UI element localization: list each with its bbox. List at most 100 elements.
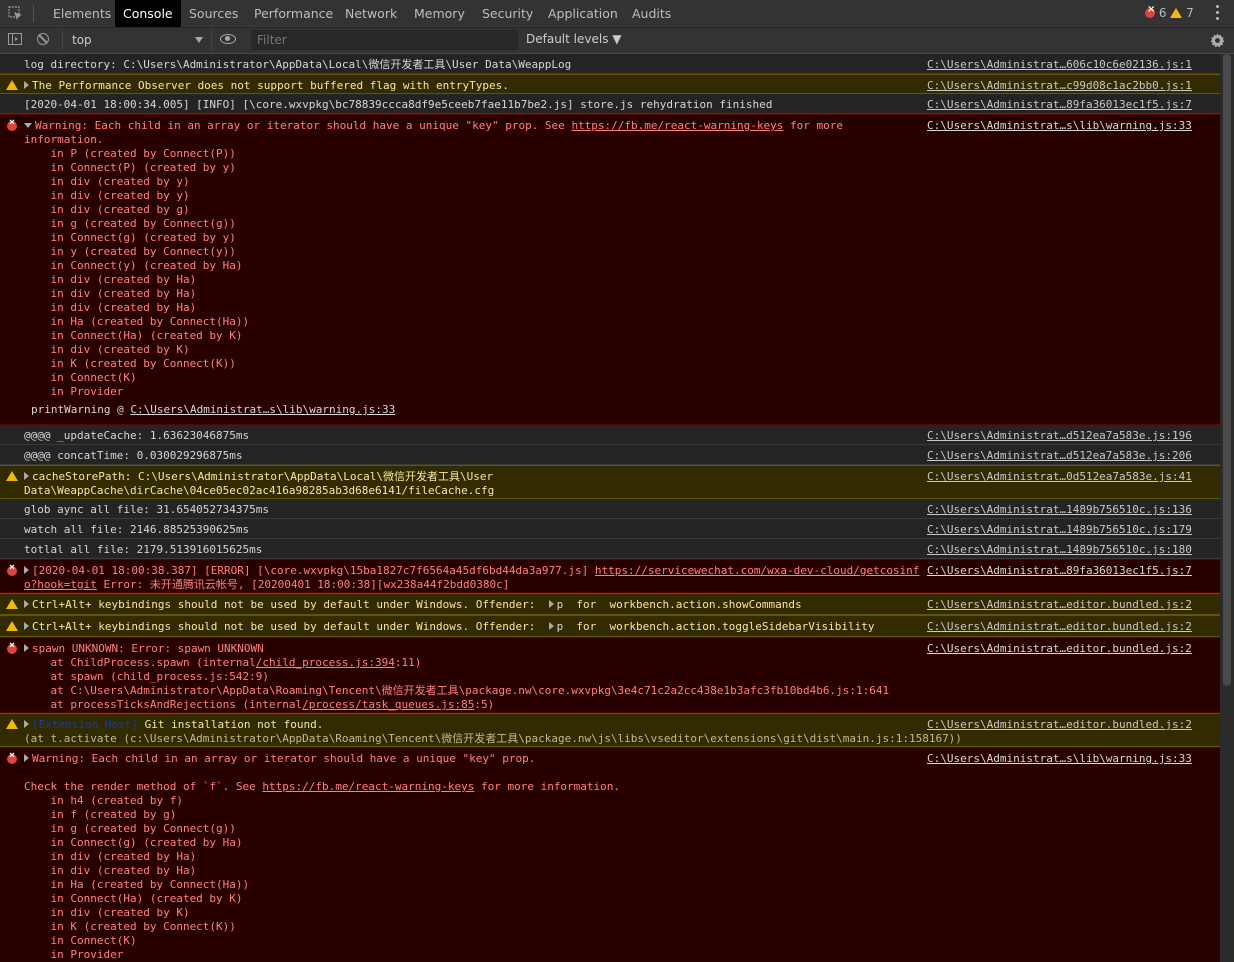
source-link[interactable]: C:\Users\Administrat…editor.bundled.js:2 xyxy=(927,598,1192,612)
source-link[interactable]: C:\Users\Administrat…1489b756510c.js:136 xyxy=(927,503,1192,517)
console-scrollbar[interactable] xyxy=(1220,54,1234,962)
warning-icon xyxy=(6,719,18,729)
inspect-element-icon[interactable] xyxy=(8,6,23,21)
message-text: @@@@ _updateCache: 1.63623046875ms xyxy=(24,429,250,442)
console-message-warning: Ctrl+Alt+ keybindings should not be used… xyxy=(0,615,1220,637)
source-link[interactable]: C:\Users\Administrat…d512ea7a583e.js:196 xyxy=(927,429,1192,443)
error-count: 6 xyxy=(1158,6,1167,20)
console-message-warning: The Performance Observer does not suppor… xyxy=(0,74,1220,94)
console-message-error: Warning: Each child in an array or itera… xyxy=(0,114,1220,425)
tab-memory[interactable]: Memory xyxy=(406,0,473,27)
message-text[interactable]: [Extension Host] Git installation not fo… xyxy=(24,718,962,746)
console-message-log: totlal all file: 2179.513916015625ms C:\… xyxy=(0,539,1220,559)
console-message-log: @@@@ _updateCache: 1.63623046875ms C:\Us… xyxy=(0,425,1220,445)
default-levels-dropdown[interactable]: Default levels ▼ xyxy=(526,32,622,46)
source-link[interactable]: C:\Users\Administrat…1489b756510c.js:180 xyxy=(927,543,1192,557)
message-text: totlal all file: 2179.513916015625ms xyxy=(24,543,263,556)
expand-triangle-icon[interactable] xyxy=(24,754,29,762)
source-link[interactable]: C:\Users\Administrat…c99d08c1ac2bb0.js:1 xyxy=(927,79,1192,93)
live-expression-eye-icon[interactable] xyxy=(220,34,236,44)
tab-audits[interactable]: Audits xyxy=(624,0,679,27)
message-text[interactable]: The Performance Observer does not suppor… xyxy=(24,79,509,93)
source-link[interactable]: C:\Users\Administrat…editor.bundled.js:2 xyxy=(927,620,1192,634)
filter-input[interactable] xyxy=(251,30,518,50)
source-link[interactable]: C:\Users\Administrat…89fa36013ec1f5.js:7 xyxy=(927,98,1192,112)
devtools-tabbar: Elements Console Sources Performance Net… xyxy=(0,0,1234,27)
message-text: spawn UNKNOWN: Error: spawn UNKNOWN at C… xyxy=(24,642,890,711)
show-sidebar-icon[interactable] xyxy=(8,33,22,45)
react-warning-keys-link[interactable]: https://fb.me/react-warning-keys xyxy=(571,119,783,132)
print-warning-frame: printWarning @ C:\Users\Administrat…s\li… xyxy=(31,403,396,416)
message-text: Warning: Each child in an array or itera… xyxy=(24,752,621,961)
context-value: top xyxy=(72,33,92,47)
source-link[interactable]: C:\Users\Administrat…s\lib\warning.js:33 xyxy=(927,119,1192,133)
message-text[interactable]: cacheStorePath: C:\Users\Administrator\A… xyxy=(24,470,494,498)
message-text[interactable]: [2020-04-01 18:00:38.387] [ERROR] [\core… xyxy=(24,564,919,592)
warning-icon xyxy=(1170,8,1183,18)
warning-icon xyxy=(6,599,18,609)
react-warning-keys-link[interactable]: https://fb.me/react-warning-keys xyxy=(262,780,474,793)
console-message-error: [2020-04-01 18:00:38.387] [ERROR] [\core… xyxy=(0,559,1220,593)
console-message-error: spawn UNKNOWN: Error: spawn UNKNOWN at C… xyxy=(0,637,1220,713)
offender-object[interactable]: p xyxy=(548,620,563,633)
expand-triangle-icon[interactable] xyxy=(24,720,29,728)
source-link[interactable]: C:\Users\Administrat…606c10c6e02136.js:1 xyxy=(927,58,1192,72)
warning-icon xyxy=(6,80,18,90)
expand-triangle-icon[interactable] xyxy=(24,644,29,652)
console-toolbar: top Default levels ▼ xyxy=(0,28,1234,54)
collapse-triangle-icon[interactable] xyxy=(24,123,32,128)
source-link[interactable]: C:\Users\Administrat…0d512ea7a583e.js:41 xyxy=(927,470,1192,484)
tab-sources[interactable]: Sources xyxy=(181,0,246,27)
warning-icon xyxy=(6,621,18,631)
cloud-api-link-continued[interactable]: o?hook=tgit xyxy=(24,578,97,591)
more-options-icon[interactable] xyxy=(1216,5,1220,21)
expand-triangle-icon[interactable] xyxy=(548,600,554,608)
context-selector[interactable]: top xyxy=(62,30,212,50)
stack-frame-link[interactable]: /child_process.js:394 xyxy=(256,656,395,669)
warning-icon xyxy=(6,471,18,481)
issue-counts[interactable]: 6 7 xyxy=(1145,4,1194,20)
message-text: watch all file: 2146.88525390625ms xyxy=(24,523,250,536)
source-link[interactable]: C:\Users\Administrat…editor.bundled.js:2 xyxy=(927,718,1192,732)
console-message-warning: [Extension Host] Git installation not fo… xyxy=(0,713,1220,747)
console-messages: log directory: C:\Users\Administrator\Ap… xyxy=(0,54,1220,962)
message-text: Warning: Each child in an array or itera… xyxy=(24,119,843,398)
clear-console-icon[interactable] xyxy=(37,33,49,45)
scrollbar-thumb[interactable] xyxy=(1223,54,1231,686)
console-message-log: watch all file: 2146.88525390625ms C:\Us… xyxy=(0,519,1220,539)
source-link[interactable]: C:\Users\Administrat…s\lib\warning.js:33 xyxy=(927,752,1192,766)
expand-triangle-icon[interactable] xyxy=(548,622,554,630)
expand-triangle-icon[interactable] xyxy=(24,81,29,89)
message-text: @@@@ concatTime: 0.030029296875ms xyxy=(24,449,243,462)
tab-performance[interactable]: Performance xyxy=(246,0,341,27)
source-link[interactable]: C:\Users\Administrat…1489b756510c.js:179 xyxy=(927,523,1192,537)
error-icon xyxy=(1145,4,1155,18)
tab-application[interactable]: Application xyxy=(540,0,626,27)
tab-console[interactable]: Console xyxy=(115,0,181,27)
expand-triangle-icon[interactable] xyxy=(24,600,29,608)
console-message-log: log directory: C:\Users\Administrator\Ap… xyxy=(0,54,1220,74)
expand-triangle-icon[interactable] xyxy=(24,472,29,480)
tab-elements[interactable]: Elements xyxy=(45,0,119,27)
expand-triangle-icon[interactable] xyxy=(24,622,29,630)
source-link[interactable]: C:\Users\Administrat…editor.bundled.js:2 xyxy=(927,642,1192,656)
print-warning-link[interactable]: C:\Users\Administrat…s\lib\warning.js:33 xyxy=(130,403,395,416)
offender-object[interactable]: p xyxy=(548,598,563,611)
message-text: glob aync all file: 31.654052734375ms xyxy=(24,503,270,516)
message-text: log directory: C:\Users\Administrator\Ap… xyxy=(24,58,572,71)
component-stack: in h4 (created by f) in f (created by g)… xyxy=(50,794,250,961)
expand-triangle-icon[interactable] xyxy=(24,566,29,574)
warning-count: 7 xyxy=(1186,6,1194,20)
source-link[interactable]: C:\Users\Administrat…d512ea7a583e.js:206 xyxy=(927,449,1192,463)
source-link[interactable]: C:\Users\Administrat…89fa36013ec1f5.js:7 xyxy=(927,564,1192,578)
cloud-api-link[interactable]: https://servicewechat.com/wxa-dev-cloud/… xyxy=(595,564,920,577)
message-text: [2020-04-01 18:00:34.005] [INFO] [\core.… xyxy=(24,98,773,111)
tab-network[interactable]: Network xyxy=(337,0,405,27)
stack-frame-link[interactable]: /process/task_queues.js:85 xyxy=(302,698,474,711)
message-text[interactable]: Ctrl+Alt+ keybindings should not be used… xyxy=(24,598,802,612)
extension-host-tag: [Extension Host] xyxy=(32,718,138,731)
console-message-warning: Ctrl+Alt+ keybindings should not be used… xyxy=(0,593,1220,615)
message-text[interactable]: Ctrl+Alt+ keybindings should not be used… xyxy=(24,620,874,634)
gear-icon[interactable] xyxy=(1210,33,1225,48)
tab-security[interactable]: Security xyxy=(474,0,541,27)
